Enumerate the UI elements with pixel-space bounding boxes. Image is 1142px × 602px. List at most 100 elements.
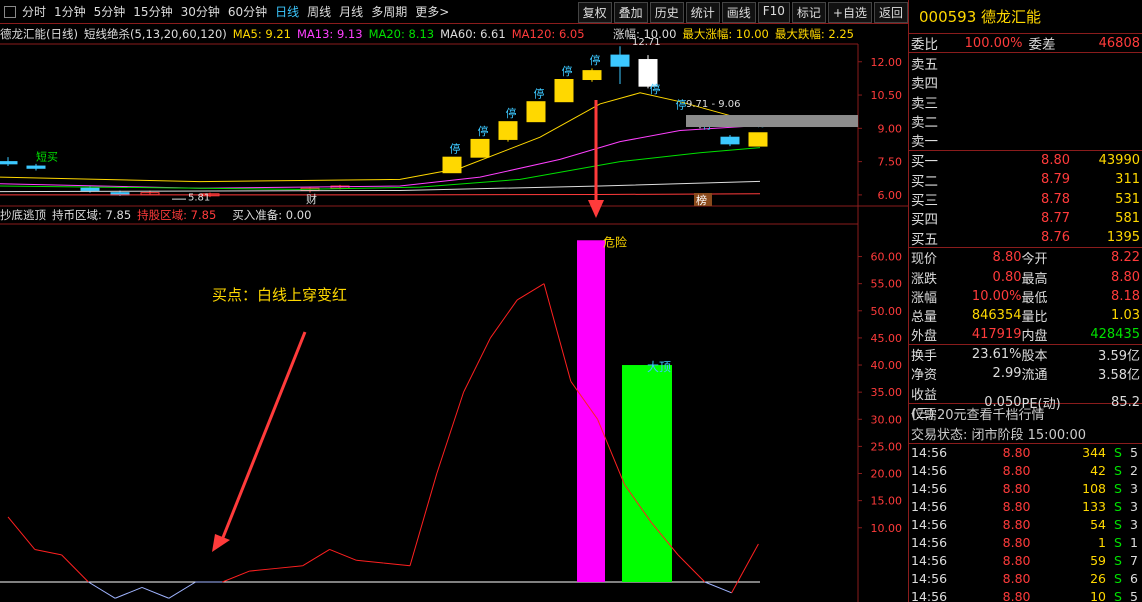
limit-up-label: 停 — [450, 142, 461, 156]
candle-body — [0, 161, 18, 165]
y-tick-label: 12.00 — [871, 56, 903, 69]
buy-arrow-head — [212, 534, 230, 552]
candle-body — [720, 136, 740, 145]
oscillator-segment — [141, 586, 169, 599]
limit-up-label: 停 — [562, 64, 573, 78]
max-down-value: 最大跌幅: 2.25 — [774, 27, 854, 41]
oscillator-segment — [7, 516, 36, 550]
sub-y-tick-label: 55.00 — [871, 278, 903, 291]
buy-arrow-shaft — [220, 331, 307, 541]
sub-y-tick-label: 15.00 — [871, 495, 903, 508]
tick-row: 14:56 8.80 133 S 3 — [911, 499, 1138, 515]
ma60-value: MA60: 6.61 — [440, 27, 506, 41]
limit-up-label: 停 — [650, 82, 661, 96]
oscillator-segment — [302, 549, 330, 567]
oscillator-segment — [543, 283, 572, 382]
candle-body — [442, 156, 462, 174]
formula-name[interactable]: 短线绝杀(5,13,20,60,120) — [84, 26, 227, 42]
stat-row-2: 涨幅 10.00% 最低 8.18 — [911, 288, 1140, 306]
buy-prepare-value: 买入准备: 0.00 — [232, 208, 312, 222]
oscillator-segment — [222, 570, 250, 583]
sub-indicator-name[interactable]: 抄底逃顶 — [0, 207, 46, 223]
quote-panel: 000593 德龙汇能 委比 100.00% 委差 46808 卖五 卖四 卖三 卖二… — [908, 0, 1142, 602]
annotation-short-buy: 短买 — [36, 150, 58, 164]
oscillator-segment — [436, 391, 465, 474]
sell-level-3[interactable]: 卖三 — [909, 92, 1142, 112]
sub-y-tick-label: 10.00 — [871, 522, 903, 535]
oscillator-segment — [516, 283, 545, 301]
limit-up-label: 停 — [534, 86, 545, 100]
limit-up-label: 停 — [676, 97, 687, 111]
tick-row: 14:56 8.80 1 S 1 — [911, 535, 1138, 551]
sell-level-2[interactable]: 卖二 — [909, 111, 1142, 131]
y-tick-label: 7.50 — [878, 156, 903, 169]
buy-point-note: 买点：白线上穿变红 — [212, 286, 347, 304]
hold-stock-value: 持股区域: 7.85 — [137, 208, 217, 222]
buy-level-5[interactable]: 买五 8.76 1395 — [909, 228, 1142, 248]
candle-body — [610, 54, 630, 67]
y-tick-label: 10.50 — [871, 89, 903, 102]
oscillator-segment — [409, 473, 438, 566]
sub-y-tick-label: 50.00 — [871, 305, 903, 318]
fundamental-stats: 换手 23.61% 股本 3.59亿 净资 2.99 流通 3.58亿 收益(三) 0.050 PE… — [909, 345, 1142, 422]
ma5-value: MA5: 9.21 — [232, 27, 291, 41]
sell-orders: 卖五 卖四 卖三 卖二 卖一 — [909, 53, 1142, 151]
ma13-line — [0, 124, 761, 189]
sub-y-tick-label: 20.00 — [871, 468, 903, 481]
buy-level-3[interactable]: 买三 8.78 531 — [909, 189, 1142, 210]
chart-area: 分时 1分钟 5分钟 15分钟 30分钟 60分钟 日线 周线 月线 多周期 更多> 复权 叠加 历史统… — [0, 0, 908, 602]
sub-indicator-bar: 抄底逃顶 持币区域: 7.85 持股区域: 7.85 买入准备: 0.00 — [0, 207, 860, 223]
candle-body — [26, 165, 46, 169]
tick-row: 14:56 8.80 26 S 6 — [911, 571, 1138, 587]
stat-row-1: 涨跌 0.80 最高 8.80 — [911, 269, 1140, 287]
tick-row: 14:56 8.80 10 S 5 — [911, 589, 1138, 602]
oscillator-segment — [463, 337, 491, 393]
zhangfu-value: 涨幅: 10.00 — [612, 27, 677, 41]
stock-terminal: 分时 1分钟 5分钟 15分钟 30分钟 60分钟 日线 周线 月线 多周期 更多> 复权 叠加 历史统… — [0, 0, 1142, 602]
oscillator-segment — [115, 586, 143, 599]
candle-body — [748, 132, 768, 147]
signal-bar-label: 大顶 — [647, 360, 671, 374]
finance-marker: 财 — [306, 192, 317, 206]
candle-body — [582, 70, 602, 81]
rank-marker: 榜 — [696, 193, 707, 207]
tick-row: 14:56 8.80 59 S 7 — [911, 553, 1138, 569]
sell-level-1[interactable]: 卖一 — [909, 130, 1142, 150]
sell-level-5[interactable]: 卖五 — [909, 53, 1142, 73]
oscillator-segment — [275, 565, 303, 569]
price-stats: 现价 8.80 今开 8.22 涨跌 0.80 最高 8.80 涨幅 10.00% 最低 8.18 总量… — [909, 248, 1142, 346]
sub-y-tick-label: 25.00 — [871, 440, 903, 453]
max-up-value: 最大涨幅: 10.00 — [682, 27, 769, 41]
buy-level-1[interactable]: 买一 8.80 43990 — [909, 151, 1142, 171]
candle-body — [470, 138, 490, 158]
oscillator-segment — [356, 559, 384, 564]
buy-level-2[interactable]: 买二 8.79 311 — [909, 170, 1142, 190]
main-indicator-bar: 德龙汇能(日线) 短线绝杀(5,13,20,60,120) MA5: 9.21 … — [0, 25, 860, 43]
sub-y-tick-label: 30.00 — [871, 413, 903, 426]
weibi-row: 委比 100.00% 委差 46808 — [909, 35, 1142, 54]
candle-body — [554, 79, 574, 103]
fund-row-0: 换手 23.61% 股本 3.59亿 — [911, 347, 1140, 365]
tick-row: 14:56 8.80 108 S 3 — [911, 481, 1138, 497]
tick-row: 14:56 8.80 54 S 3 — [911, 517, 1138, 533]
oscillator-segment — [677, 554, 706, 583]
sub-y-tick-label: 45.00 — [871, 332, 903, 345]
kline-chart[interactable]: 12.0010.509.007.506.00停停停停停停停停停停短买5.8112… — [0, 0, 908, 602]
hold-cash-value: 持币区域: 7.85 — [52, 208, 132, 222]
stock-code-name: 000593 德龙汇能 — [909, 0, 1142, 34]
fund-row-2: 收益(三) 0.050 PE(动) 85.2 — [911, 387, 1140, 422]
sell-level-4[interactable]: 卖四 — [909, 73, 1142, 92]
ma20-line — [0, 147, 761, 190]
oscillator-segment — [88, 581, 116, 599]
tick-row: 14:56 8.80 42 S 2 — [911, 463, 1138, 479]
oscillator-segment — [61, 554, 89, 583]
oscillator-segment — [168, 581, 196, 599]
limit-up-label: 停 — [590, 53, 601, 67]
buy-level-4[interactable]: 买四 8.77 581 — [909, 209, 1142, 229]
signal-bar-1 — [622, 365, 672, 582]
stat-row-0: 现价 8.80 今开 8.22 — [911, 250, 1140, 268]
sub-y-tick-label: 40.00 — [871, 359, 903, 372]
oscillator-segment — [383, 562, 411, 567]
tick-row: 14:56 8.80 344 S 5 — [911, 445, 1138, 461]
annotation-range: 9.71 - 9.06 — [686, 99, 741, 110]
